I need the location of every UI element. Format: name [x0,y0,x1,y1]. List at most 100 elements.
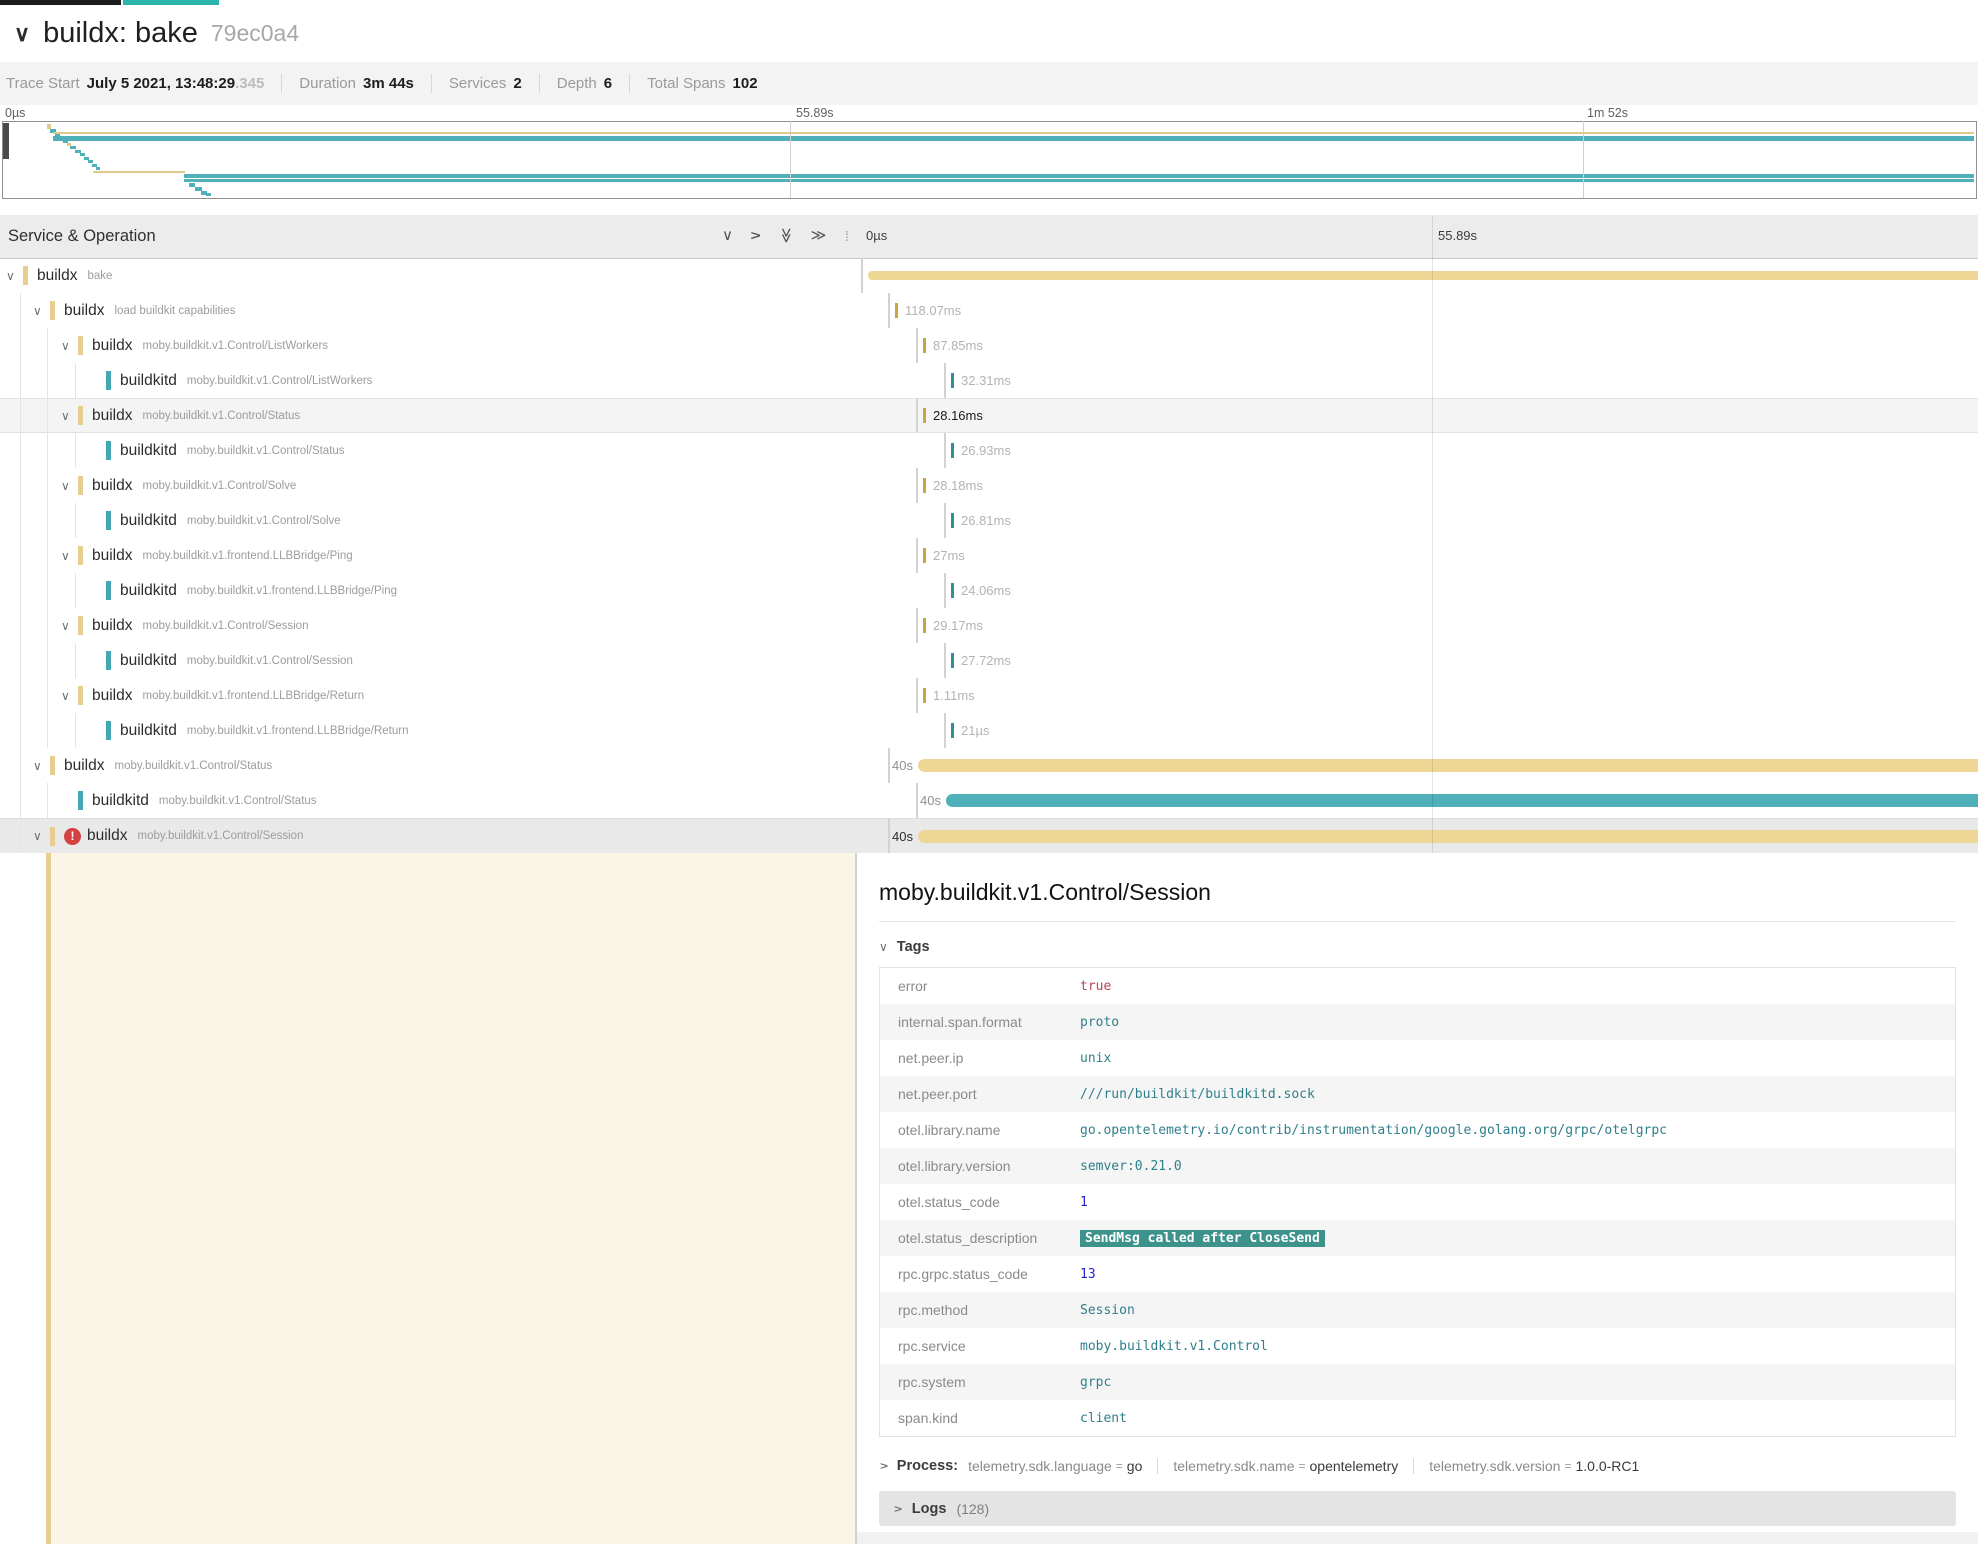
span-timeline-cell[interactable]: 24.06ms [944,573,1978,608]
collapse-all-icon[interactable]: ≫ [778,228,793,244]
ruler-tick-0: 0µs [866,228,887,243]
span-operation-name: moby.buildkit.v1.frontend.LLBBridge/Retu… [143,690,365,702]
span-row[interactable]: ∨buildxmoby.buildkit.v1.frontend.LLBBrid… [0,538,1978,573]
span-timeline-cell[interactable]: 40s [888,819,1978,853]
row-chevron-down-icon[interactable]: ∨ [61,340,78,352]
span-timeline-cell[interactable]: 118.07ms [888,293,1978,328]
span-rows: ∨buildxbake∨buildxload buildkit capabili… [0,258,1978,853]
tag-key: rpc.grpc.status_code [880,1266,1080,1282]
span-bar [946,794,1978,807]
span-row[interactable]: buildkitdmoby.buildkit.v1.Control/ListWo… [0,363,1978,398]
indent-guide [47,363,48,398]
span-timeline-cell[interactable]: 28.18ms [916,468,1978,503]
span-row[interactable]: ∨buildxbake [0,258,1978,293]
indent-guide [47,573,48,608]
span-timeline-cell[interactable] [861,258,1978,293]
service-color-bar [106,441,111,460]
span-service-name: buildx [87,827,128,845]
span-timeline-cell[interactable]: 28.16ms [916,399,1978,432]
logs-count: (128) [956,1501,989,1517]
row-chevron-down-icon[interactable]: ∨ [33,830,50,842]
span-timeline-cell[interactable]: 21µs [944,713,1978,748]
span-bar-tick [923,408,926,423]
span-timeline-cell[interactable]: 29.17ms [916,608,1978,643]
expand-one-icon[interactable]: ∨ [748,230,763,241]
panel-resize-grip-icon[interactable]: ⁞ [845,228,847,244]
service-color-bar [78,616,83,635]
row-chevron-down-icon[interactable]: ∨ [6,270,23,282]
detail-left-backdrop [0,853,855,1544]
span-service-name: buildkitd [120,442,177,460]
tag-value: proto [1080,1015,1119,1030]
span-service-name: buildkitd [120,582,177,600]
indent-guide [20,433,21,468]
tag-key: rpc.system [880,1374,1080,1390]
span-timeline-cell[interactable]: 26.81ms [944,503,1978,538]
span-duration-label: 28.16ms [933,408,983,423]
span-operation-name: load buildkit capabilities [115,305,236,317]
tag-value-highlight: SendMsg called after CloseSend [1080,1230,1325,1247]
span-duration-label: 29.17ms [933,618,983,633]
span-duration-label: 118.07ms [905,303,961,318]
logs-section-toggle[interactable]: ∨ Logs (128) [879,1491,1956,1526]
span-duration-label: 24.06ms [961,583,1011,598]
span-service-name: buildx [92,547,133,565]
span-row[interactable]: ∨!buildxmoby.buildkit.v1.Control/Session… [0,818,1978,853]
span-timeline-cell[interactable]: 40s [888,748,1978,783]
process-section-toggle[interactable]: ∨ Process: telemetry.sdk.language=gotele… [879,1458,1978,1474]
span-row[interactable]: buildkitdmoby.buildkit.v1.Control/Status… [0,783,1978,818]
span-timeline-cell[interactable]: 27.72ms [944,643,1978,678]
indent-guide [20,713,21,748]
span-row[interactable]: ∨buildxmoby.buildkit.v1.Control/ListWork… [0,328,1978,363]
tags-section-toggle[interactable]: ∨ Tags [879,939,1978,955]
span-tree-cell: buildkitdmoby.buildkit.v1.Control/ListWo… [0,363,944,398]
span-tree-cell: ∨buildxmoby.buildkit.v1.Control/Status [0,748,888,783]
row-chevron-down-icon[interactable]: ∨ [61,410,78,422]
row-chevron-down-icon[interactable]: ∨ [61,690,78,702]
trace-collapse-chevron-icon[interactable]: ∨ [14,23,30,45]
span-row[interactable]: buildkitdmoby.buildkit.v1.frontend.LLBBr… [0,573,1978,608]
span-row[interactable]: ∨buildxmoby.buildkit.v1.Control/Status28… [0,398,1978,433]
expand-all-icon[interactable]: ≫ [811,228,827,243]
tag-key: otel.library.version [880,1158,1080,1174]
span-timeline-cell[interactable]: 1.11ms [916,678,1978,713]
span-row[interactable]: buildkitdmoby.buildkit.v1.frontend.LLBBr… [0,713,1978,748]
indent-guide [47,399,48,432]
span-timeline-cell[interactable]: 26.93ms [944,433,1978,468]
row-chevron-down-icon[interactable]: ∨ [33,305,50,317]
row-chevron-down-icon[interactable]: ∨ [33,760,50,772]
span-service-name: buildkitd [120,512,177,530]
span-timeline-cell[interactable]: 32.31ms [944,363,1978,398]
span-duration-label: 21µs [961,723,989,738]
tag-value: client [1080,1411,1127,1426]
span-row[interactable]: buildkitdmoby.buildkit.v1.Control/Sessio… [0,643,1978,678]
tag-row: otel.status_descriptionSendMsg called af… [880,1220,1955,1256]
span-row[interactable]: ∨buildxload buildkit capabilities118.07m… [0,293,1978,328]
span-row[interactable]: ∨buildxmoby.buildkit.v1.Control/Solve28.… [0,468,1978,503]
span-timeline-cell[interactable]: 87.85ms [916,328,1978,363]
row-chevron-down-icon[interactable]: ∨ [61,480,78,492]
span-row[interactable]: ∨buildxmoby.buildkit.v1.Control/Session2… [0,608,1978,643]
indent-guide [20,748,21,783]
service-color-bar [106,721,111,740]
trace-minimap[interactable] [2,121,1977,199]
indent-guide [47,643,48,678]
chevron-right-icon: ∨ [877,1462,889,1471]
span-timeline-cell[interactable]: 27ms [916,538,1978,573]
indent-guide [47,538,48,573]
service-color-bar [23,266,28,285]
span-row[interactable]: ∨buildxmoby.buildkit.v1.frontend.LLBBrid… [0,678,1978,713]
row-chevron-down-icon[interactable]: ∨ [61,620,78,632]
collapse-one-icon[interactable]: ∨ [722,228,733,243]
span-row[interactable]: buildkitdmoby.buildkit.v1.Control/Status… [0,433,1978,468]
span-row[interactable]: ∨buildxmoby.buildkit.v1.Control/Status40… [0,748,1978,783]
span-bar [868,271,1978,280]
tag-key: span.kind [880,1410,1080,1426]
row-chevron-down-icon[interactable]: ∨ [61,550,78,562]
span-bar-tick [951,583,954,598]
span-timeline-cell[interactable]: 40s [916,783,1978,818]
span-row[interactable]: buildkitdmoby.buildkit.v1.Control/Solve2… [0,503,1978,538]
indent-guide [47,503,48,538]
tags-table: errortrueinternal.span.formatprotonet.pe… [879,967,1956,1437]
span-operation-name: moby.buildkit.v1.frontend.LLBBridge/Retu… [187,725,409,737]
